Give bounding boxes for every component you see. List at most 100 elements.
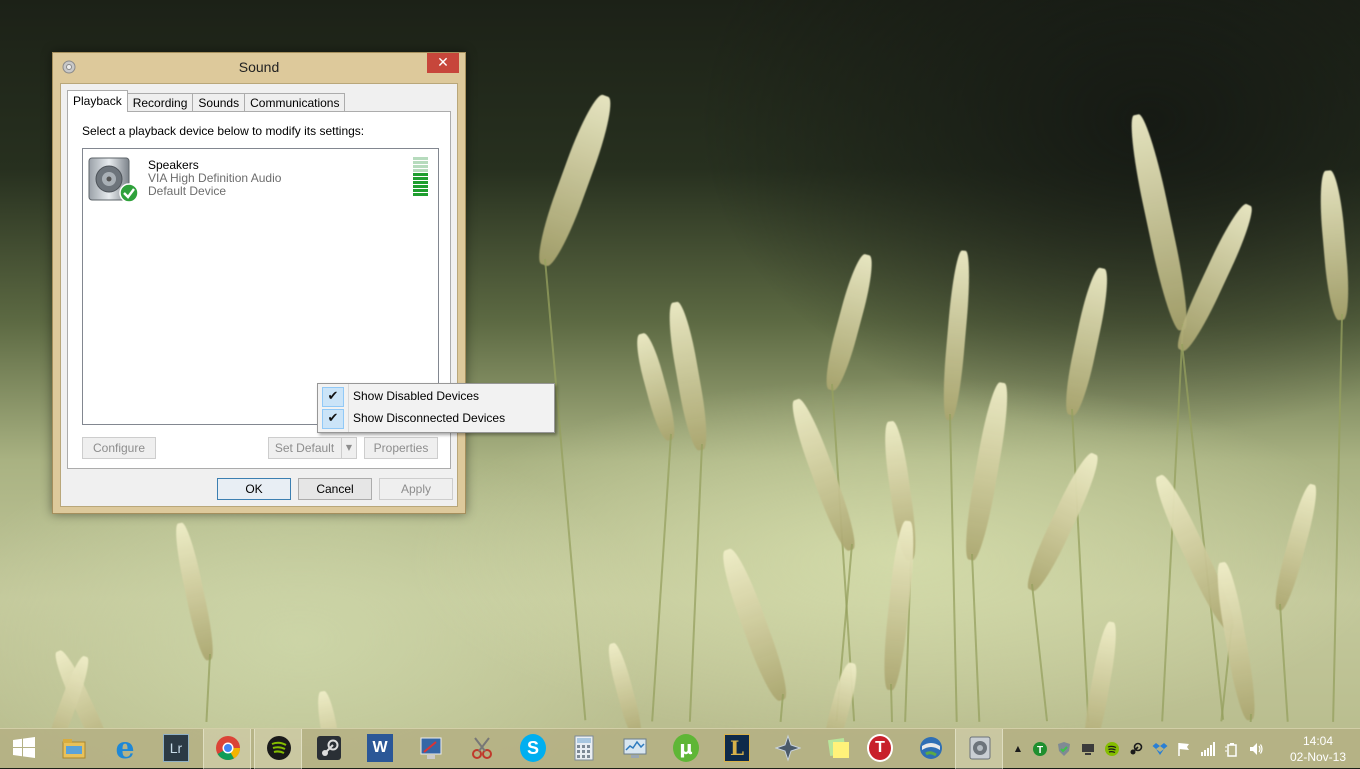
taskbar-starcraft[interactable] <box>764 729 812 769</box>
spotify-icon <box>267 736 291 760</box>
taskbar-word[interactable]: W <box>356 729 404 769</box>
taskbar-remote-desktop[interactable] <box>407 729 455 769</box>
clock-date: 02-Nov-13 <box>1289 750 1347 764</box>
grass-stalk <box>940 249 973 421</box>
taskbar: e Lr W S µ L T ▲ T 14:04 02-Nov-13 <box>0 728 1360 769</box>
cancel-button[interactable]: Cancel <box>298 478 372 500</box>
taskbar-calculator[interactable] <box>560 729 608 769</box>
instruction-text: Select a playback device below to modify… <box>82 124 365 138</box>
chevron-down-icon[interactable]: ▼ <box>341 438 356 458</box>
grass-stalk <box>785 395 862 554</box>
taskbar-lightroom[interactable]: Lr <box>152 729 200 769</box>
google-earth-icon <box>920 737 942 759</box>
taskbar-file-explorer[interactable] <box>50 729 98 769</box>
word-icon: W <box>367 734 393 762</box>
grass-stalk <box>960 380 1014 562</box>
start-button[interactable] <box>0 729 48 769</box>
window-title: Sound <box>238 59 280 75</box>
grass-stalk <box>820 251 878 393</box>
taskbar-tunnelbear[interactable]: T <box>856 729 904 769</box>
starcraft-icon <box>775 734 801 762</box>
level-meter-bar <box>413 193 428 196</box>
set-default-button[interactable]: Set Default ▼ <box>268 437 357 459</box>
taskbar-resource-monitor[interactable] <box>611 729 659 769</box>
taskbar-chrome[interactable] <box>203 729 251 769</box>
clock-time: 14:04 <box>1302 734 1334 748</box>
system-tray: ▲ T <box>1008 729 1276 769</box>
volume-icon[interactable] <box>1248 741 1264 757</box>
device-icon[interactable] <box>1080 741 1096 757</box>
menu-item-show-disabled-devices[interactable]: ✔ Show Disabled Devices <box>320 386 552 407</box>
taskbar-steam[interactable] <box>305 729 353 769</box>
grass-stem <box>205 653 211 722</box>
clock[interactable]: 14:04 02-Nov-13 <box>1276 733 1360 765</box>
apply-button[interactable]: Apply <box>379 478 453 500</box>
taskbar-league-of-legends[interactable]: L <box>713 729 761 769</box>
skype-icon: S <box>520 734 546 762</box>
spotify-icon[interactable] <box>1104 741 1120 757</box>
menu-item-show-disconnected-devices[interactable]: ✔ Show Disconnected Devices <box>320 408 552 429</box>
checkmark-icon: ✔ <box>322 387 344 407</box>
sound-dialog: Sound ✕ Playback Recording Sounds Commun… <box>52 52 466 514</box>
taskbar-utorrent[interactable]: µ <box>662 729 710 769</box>
taskbar-snipping-tool[interactable] <box>458 729 506 769</box>
title-bar[interactable]: Sound ✕ <box>53 53 465 83</box>
grass-stalk <box>1060 265 1113 418</box>
level-meter-bar <box>413 181 428 184</box>
tab-communications[interactable]: Communications <box>244 93 346 112</box>
grass-stalk <box>880 519 918 692</box>
stop-sign-icon: T <box>867 734 893 762</box>
tab-strip: Playback Recording Sounds Communications <box>67 90 346 112</box>
ok-button[interactable]: OK <box>217 478 291 500</box>
monitor-icon <box>623 738 647 758</box>
grass-stem <box>688 443 703 722</box>
configure-button[interactable]: Configure <box>82 437 156 459</box>
dialog-client-area: Playback Recording Sounds Communications… <box>60 83 458 507</box>
ie-icon: e <box>115 730 135 766</box>
grass-stem <box>949 413 958 722</box>
grass-stem <box>651 433 672 722</box>
power-icon[interactable] <box>1224 741 1240 757</box>
steam-icon[interactable] <box>1128 741 1144 757</box>
svg-text:T: T <box>1037 745 1043 756</box>
level-meter-bar <box>413 169 428 172</box>
level-meter-bar <box>413 185 428 188</box>
tab-sounds[interactable]: Sounds <box>192 93 246 112</box>
menu-item-label: Show Disconnected Devices <box>353 411 506 425</box>
grass-stalk <box>1021 449 1105 595</box>
tab-recording[interactable]: Recording <box>126 93 194 112</box>
device-status: Default Device <box>148 184 227 198</box>
steam-icon <box>317 736 341 760</box>
level-meter-bar <box>413 177 428 180</box>
taskbar-google-earth[interactable] <box>907 729 955 769</box>
grass-stalk <box>716 545 794 705</box>
grass-stem <box>1031 583 1049 722</box>
grass-stem <box>1249 713 1252 723</box>
sticky-notes-icon <box>827 737 849 758</box>
close-button[interactable]: ✕ <box>427 53 459 73</box>
dropbox-icon[interactable] <box>1152 741 1168 757</box>
grass-stalk <box>604 641 646 728</box>
flag-icon[interactable] <box>1176 741 1192 757</box>
grass-stalk <box>1316 169 1352 321</box>
taskbar-spotify[interactable] <box>254 729 302 769</box>
green-checkmark-icon <box>119 183 139 203</box>
level-meter-bar <box>413 173 428 176</box>
checkmark-icon: ✔ <box>322 409 344 429</box>
grass-stalk <box>1124 112 1194 333</box>
shield-check-icon[interactable] <box>1056 741 1072 757</box>
tab-playback[interactable]: Playback <box>67 90 128 112</box>
show-hidden-icons-button[interactable]: ▲ <box>1010 741 1026 757</box>
properties-button[interactable]: Properties <box>364 437 438 459</box>
network-signal-icon[interactable] <box>1200 741 1216 757</box>
taskbar-skype[interactable]: S <box>509 729 557 769</box>
level-meter-bar <box>413 161 428 164</box>
taskbar-sound[interactable] <box>955 729 1003 769</box>
level-meter-bar <box>413 189 428 192</box>
level-meter-bar <box>413 165 428 168</box>
taskbar-internet-explorer[interactable]: e <box>101 729 149 769</box>
speaker-icon <box>969 736 991 760</box>
green-t-icon[interactable]: T <box>1032 741 1048 757</box>
windows-logo-icon <box>13 737 35 758</box>
scissors-icon <box>472 737 492 759</box>
